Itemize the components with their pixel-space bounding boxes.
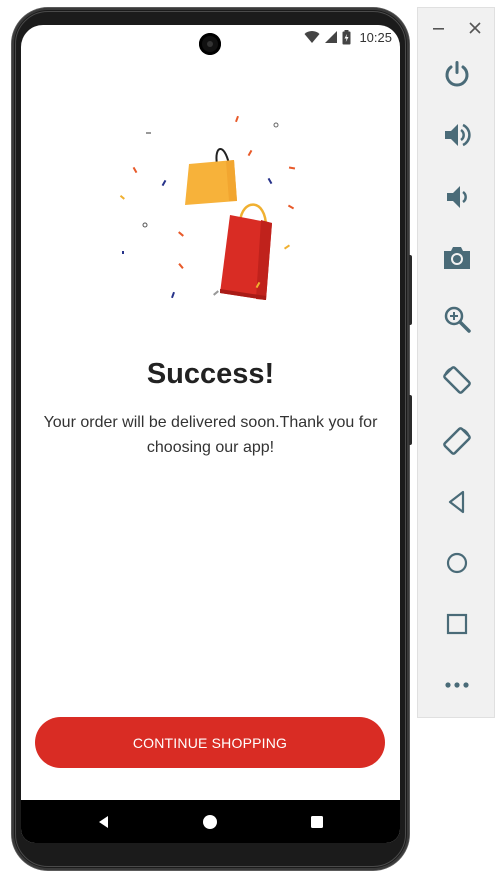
minimize-icon[interactable] <box>432 20 446 36</box>
phone-side-button <box>409 255 412 325</box>
volume-down-icon[interactable] <box>442 182 472 212</box>
back-icon[interactable] <box>442 487 472 517</box>
rotate-right-icon[interactable] <box>442 426 472 456</box>
camera-icon[interactable] <box>442 243 472 273</box>
power-icon[interactable] <box>442 59 472 89</box>
more-icon[interactable] <box>442 670 472 700</box>
wifi-icon <box>304 31 320 43</box>
status-icons: 10:25 <box>304 29 392 45</box>
close-icon[interactable] <box>468 20 482 36</box>
signal-icon <box>325 31 338 43</box>
yellow-bag-icon <box>185 148 237 205</box>
volume-up-icon[interactable] <box>442 120 472 150</box>
phone-side-button <box>409 395 412 445</box>
overview-icon[interactable] <box>442 609 472 639</box>
continue-shopping-button[interactable]: CONTINUE SHOPPING <box>35 717 385 768</box>
system-nav-bar <box>21 800 400 843</box>
red-bag-icon <box>220 203 272 300</box>
recents-icon[interactable] <box>309 814 325 830</box>
back-icon[interactable] <box>96 814 112 830</box>
success-title: Success! <box>146 358 275 390</box>
status-bar: 10:25 <box>21 25 400 55</box>
emulator-control-panel <box>417 7 495 718</box>
home-icon[interactable] <box>202 814 218 830</box>
front-camera <box>199 33 221 55</box>
status-time: 10:25 <box>359 29 392 45</box>
zoom-icon[interactable] <box>442 304 472 334</box>
emulator-window-controls <box>418 20 496 36</box>
success-message: Your order will be delivered soon.Thank … <box>43 414 378 456</box>
rotate-left-icon[interactable] <box>442 365 472 395</box>
battery-icon <box>342 29 351 44</box>
shopping-bags-illustration <box>119 115 296 300</box>
home-icon[interactable] <box>442 548 472 578</box>
phone-screen: 10:25 Success! Your order will be delive… <box>21 25 400 843</box>
confetti <box>119 115 296 299</box>
